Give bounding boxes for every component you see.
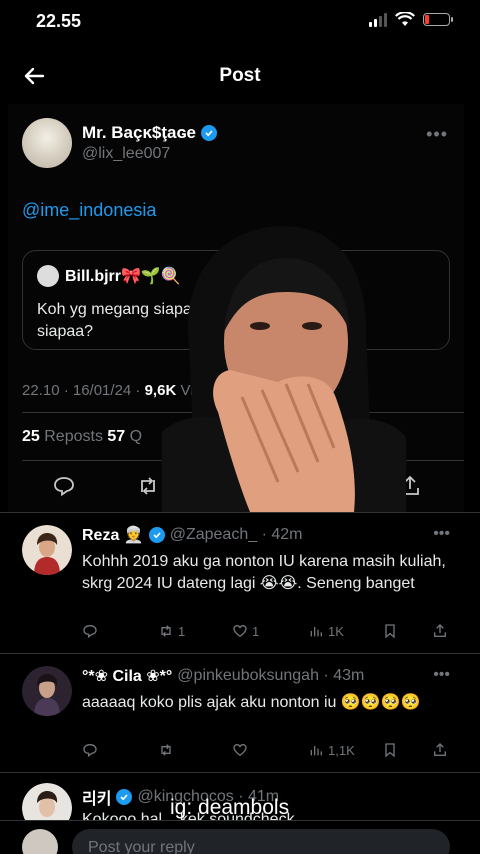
repost-button[interactable]: 1 [158,623,185,639]
reply-text: Kohhh 2019 aku ga nonton IU karena masih… [82,553,446,592]
reply-text: aaaaaq koko plis ajak aku nonton iu 🥺🥺🥺🥺 [82,694,421,711]
quoted-text-line2: siapaa? [37,323,94,340]
battery-icon [423,13,453,26]
views-button[interactable]: 1,1K [308,742,355,758]
verified-badge-icon [148,527,165,543]
reply-actions: 1,1K [82,742,452,762]
reposts-count[interactable]: 25 [22,428,40,445]
bookmark-icon[interactable] [382,742,398,758]
watermark-text: ig: deambols [170,796,290,819]
author-handle: @lix_lee007 [82,145,171,162]
verified-badge-icon [200,125,217,141]
repost-button[interactable] [158,742,174,758]
share-icon[interactable] [432,742,448,758]
heart-icon [233,624,247,638]
author-name-row[interactable]: Mr. Baçĸ$ţaɢe [82,123,217,143]
like-button[interactable]: 1 [232,623,259,639]
repost-icon [161,625,171,637]
status-time: 22.55 [36,11,82,31]
mention-link[interactable]: @ime_indonesia [22,200,156,221]
wifi-icon [395,12,415,26]
bar-chart-icon [310,746,322,756]
reply-bar: Post your reply [0,820,480,854]
reply-button[interactable] [82,623,98,639]
quotes-count[interactable]: 57 [107,428,125,445]
more-options-icon[interactable]: ••• [433,525,450,543]
reply-author-name[interactable]: Reza 👳 [82,525,144,545]
reply-button[interactable] [82,742,98,758]
repost-icon[interactable] [136,474,160,498]
page-title: Post [219,65,261,86]
bookmark-icon[interactable] [382,623,398,639]
views-count: 1K [328,623,344,639]
reply-author-avatar[interactable] [22,783,72,820]
views-count: 1,1K [328,742,355,758]
reply-author-handle: @Zapeach_ · 42m [169,526,303,543]
more-options-icon[interactable]: ••• [426,124,448,145]
reply-author-name[interactable]: °*❀ Cila ❀*° [82,666,172,686]
heart-icon [233,743,247,757]
cellular-signal-icon [369,12,387,27]
reply-actions: 1 1 1K [82,623,452,643]
reply-input[interactable]: Post your reply [72,829,450,854]
quotes-label: Q [125,428,143,445]
bar-chart-icon [310,627,322,637]
share-icon[interactable] [432,623,448,639]
status-icons [369,12,453,27]
reply-author-avatar[interactable] [22,525,72,575]
repost-count: 1 [178,623,186,639]
more-options-icon[interactable]: ••• [433,666,450,684]
reply-icon[interactable] [52,474,76,498]
quoted-author-avatar [37,265,59,287]
reply-icon [83,624,97,638]
reply-author-handle: @pinkeuboksungah · 43m [177,667,365,684]
post-timestamp: 22.10 · 16/01/24 · [22,382,145,399]
reply-header: °*❀ Cila ❀*° @pinkeuboksungah · 43m [82,666,364,686]
reposts-label: Reposts [39,428,108,445]
views-button[interactable]: 1K [308,623,344,639]
status-bar: 22.55 [0,0,480,44]
header: Post [0,52,480,100]
reply-author-name[interactable]: 리키 [82,785,111,809]
like-count: 1 [252,623,260,639]
like-button[interactable] [232,742,248,758]
reply-header: Reza 👳 @Zapeach_ · 42m [82,525,302,545]
verified-badge-icon [116,789,133,805]
author-avatar[interactable] [22,118,72,168]
person-overlay-image [162,226,406,522]
reply-author-avatar[interactable] [22,666,72,716]
post-stats: 25 Reposts 57 Q [22,428,142,446]
current-user-avatar[interactable] [22,829,58,854]
reply-icon [83,743,97,757]
repost-icon [161,744,171,756]
reply-item[interactable]: °*❀ Cila ❀*° @pinkeuboksungah · 43m ••• … [0,653,480,771]
reply-item[interactable]: Reza 👳 @Zapeach_ · 42m ••• Kohhh 2019 ak… [0,512,480,652]
author-name: Mr. Baçĸ$ţaɢe [82,123,196,142]
